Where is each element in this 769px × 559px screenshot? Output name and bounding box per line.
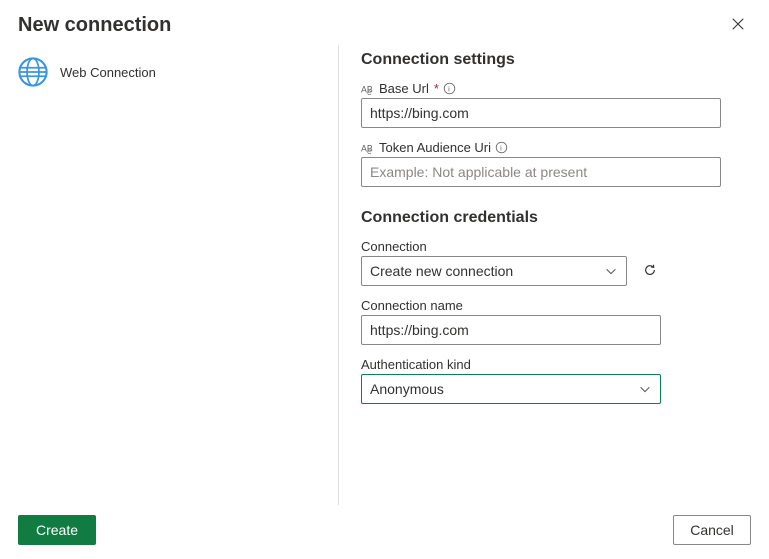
connection-name-input[interactable] — [361, 315, 661, 345]
field-connection-name: Connection name — [361, 298, 751, 345]
auth-kind-label: Authentication kind — [361, 357, 751, 372]
svg-text:C: C — [367, 149, 372, 155]
info-icon[interactable]: i — [443, 82, 456, 95]
base-url-label-row: ABC Base Url * i — [361, 81, 721, 96]
token-audience-label-row: ABC Token Audience Uri i — [361, 140, 721, 155]
connection-type-web[interactable]: Web Connection — [12, 49, 338, 95]
dialog-footer: Create Cancel — [0, 505, 769, 559]
chevron-down-icon — [638, 382, 652, 396]
token-audience-input[interactable] — [361, 157, 721, 187]
field-auth-kind: Authentication kind Anonymous — [361, 357, 751, 404]
close-button[interactable] — [725, 14, 751, 36]
token-audience-label: Token Audience Uri — [379, 140, 491, 155]
new-connection-dialog: New connection Web Connection Connection… — [0, 0, 769, 559]
field-token-audience: ABC Token Audience Uri i — [361, 140, 721, 187]
form-area: Connection settings ABC Base Url * i ABC… — [339, 45, 751, 505]
svg-text:C: C — [367, 90, 372, 96]
connection-select[interactable]: Create new connection — [361, 256, 627, 286]
text-type-icon: ABC — [361, 141, 375, 155]
connection-name-label: Connection name — [361, 298, 751, 313]
connection-label: Connection — [361, 239, 751, 254]
required-asterisk: * — [434, 81, 439, 96]
credentials-heading: Connection credentials — [361, 209, 751, 227]
connection-type-list: Web Connection — [12, 45, 339, 505]
dialog-header: New connection — [0, 0, 769, 45]
info-icon[interactable]: i — [495, 141, 508, 154]
base-url-label: Base Url — [379, 81, 429, 96]
cancel-button[interactable]: Cancel — [673, 515, 751, 545]
auth-kind-select[interactable]: Anonymous — [361, 374, 661, 404]
connection-type-label: Web Connection — [60, 65, 156, 80]
field-connection: Connection Create new connection — [361, 239, 751, 286]
create-button[interactable]: Create — [18, 515, 96, 545]
dialog-title: New connection — [18, 14, 171, 37]
base-url-input[interactable] — [361, 98, 721, 128]
refresh-icon — [643, 263, 657, 277]
close-icon — [731, 17, 745, 31]
connection-select-value: Create new connection — [370, 263, 513, 279]
svg-text:i: i — [448, 84, 450, 93]
globe-icon — [16, 55, 50, 89]
text-type-icon: ABC — [361, 82, 375, 96]
settings-heading: Connection settings — [361, 51, 751, 69]
svg-text:i: i — [500, 143, 502, 152]
auth-kind-value: Anonymous — [370, 381, 444, 397]
dialog-body: Web Connection Connection settings ABC B… — [0, 45, 769, 505]
chevron-down-icon — [604, 264, 618, 278]
field-base-url: ABC Base Url * i — [361, 81, 721, 128]
refresh-connections-button[interactable] — [639, 259, 661, 284]
